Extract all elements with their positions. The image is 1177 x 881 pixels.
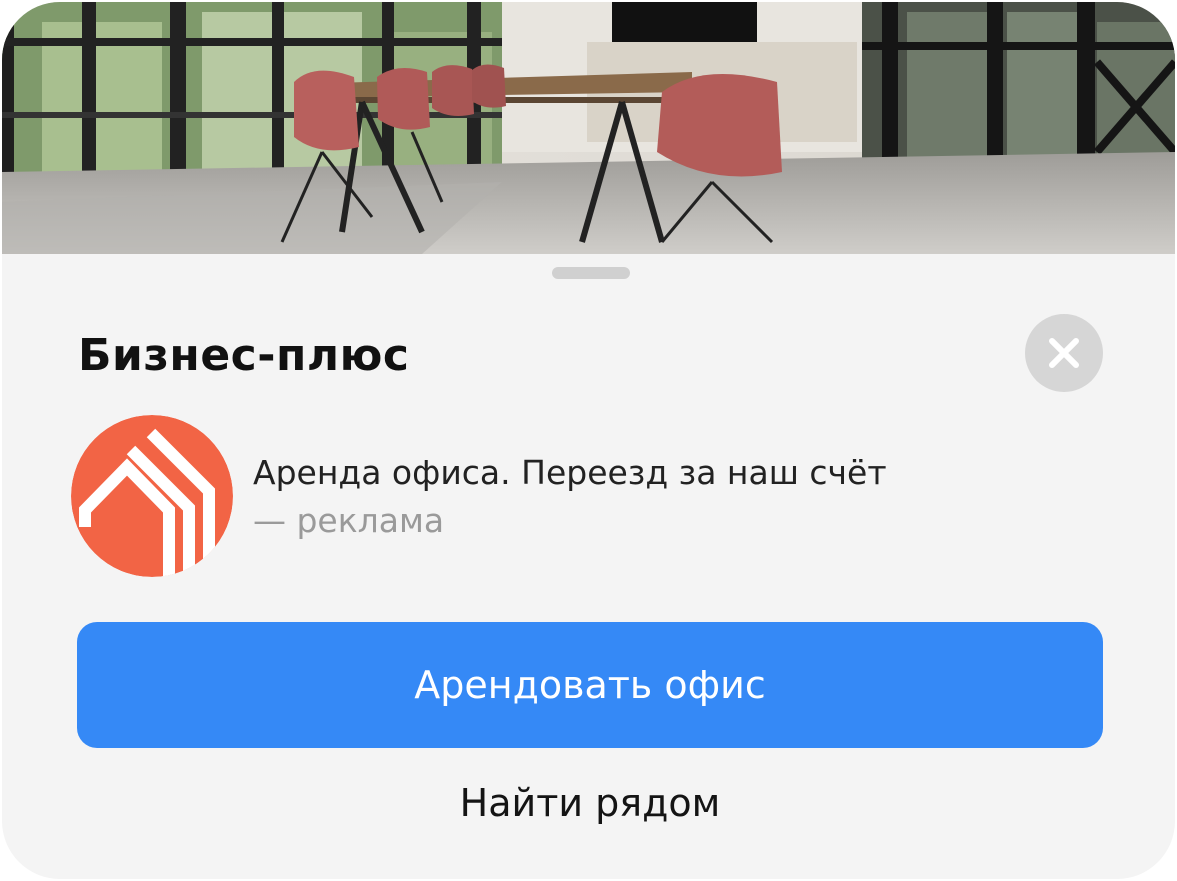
find-nearby-button[interactable]: Найти рядом (340, 770, 840, 836)
drag-handle[interactable] (552, 267, 630, 279)
house-logo-icon (71, 415, 233, 577)
sheet-title: Бизнес-плюс (78, 330, 410, 381)
close-button[interactable] (1025, 314, 1103, 392)
ad-headline: Аренда офиса. Переезд за наш счёт (253, 453, 887, 492)
rent-office-button[interactable]: Арендовать офис (77, 622, 1103, 748)
advertiser-logo (71, 415, 233, 577)
banner-image (2, 2, 1175, 254)
close-icon (1049, 338, 1079, 368)
ad-disclosure-label: — реклама (253, 501, 445, 540)
